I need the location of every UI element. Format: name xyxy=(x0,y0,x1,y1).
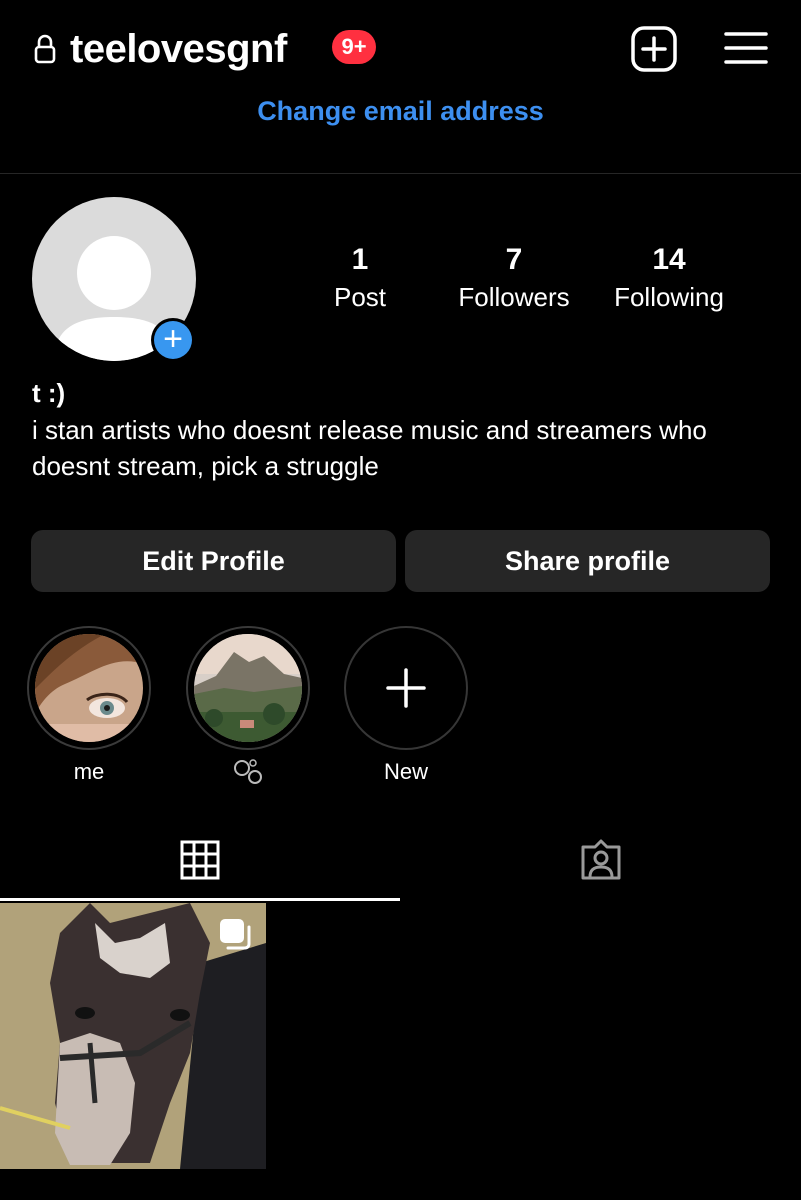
tab-tagged[interactable] xyxy=(401,820,801,900)
share-profile-button[interactable]: Share profile xyxy=(405,530,770,592)
lock-icon xyxy=(34,34,56,64)
tagged-person-icon xyxy=(581,839,621,880)
stat-following[interactable]: 14 Following xyxy=(594,240,744,314)
stat-posts-label: Post xyxy=(333,282,387,312)
stat-followers[interactable]: 7 Followers xyxy=(439,240,589,314)
plus-icon xyxy=(386,668,426,708)
header-divider xyxy=(0,173,801,174)
carousel-icon xyxy=(220,919,251,950)
hamburger-menu-icon[interactable] xyxy=(724,30,768,66)
stat-following-label: Following xyxy=(614,282,724,312)
stat-following-count: 14 xyxy=(652,243,686,276)
highlight-me-label: me xyxy=(73,759,105,784)
highlight-landscape[interactable] xyxy=(186,626,310,750)
display-name: t :) xyxy=(32,378,66,408)
profile-bio: i stan artists who doesnt release music … xyxy=(32,415,707,481)
plus-circle-icon: + xyxy=(154,321,192,359)
grid-icon xyxy=(180,840,220,880)
highlight-photo-face xyxy=(35,634,143,742)
new-highlight-label: New xyxy=(383,759,428,784)
stat-followers-count: 7 xyxy=(505,243,523,276)
stat-posts[interactable]: 1 Post xyxy=(285,240,435,314)
tab-posts-grid[interactable] xyxy=(0,820,400,900)
notification-badge: 9+ xyxy=(332,30,376,64)
new-post-button[interactable] xyxy=(630,25,678,73)
stat-followers-label: Followers xyxy=(458,282,570,312)
new-highlight-button[interactable] xyxy=(344,626,468,750)
bubbles-icon xyxy=(234,759,262,784)
highlight-me[interactable] xyxy=(27,626,151,750)
edit-profile-button[interactable]: Edit Profile xyxy=(31,530,396,592)
change-email-link[interactable]: Change email address xyxy=(0,92,801,130)
add-story-button[interactable]: + xyxy=(151,318,195,362)
stat-posts-count: 1 xyxy=(351,243,369,276)
active-tab-indicator xyxy=(0,898,400,901)
highlight-photo-landscape xyxy=(194,634,302,742)
profile-username[interactable]: teelovesgnf xyxy=(70,22,287,76)
